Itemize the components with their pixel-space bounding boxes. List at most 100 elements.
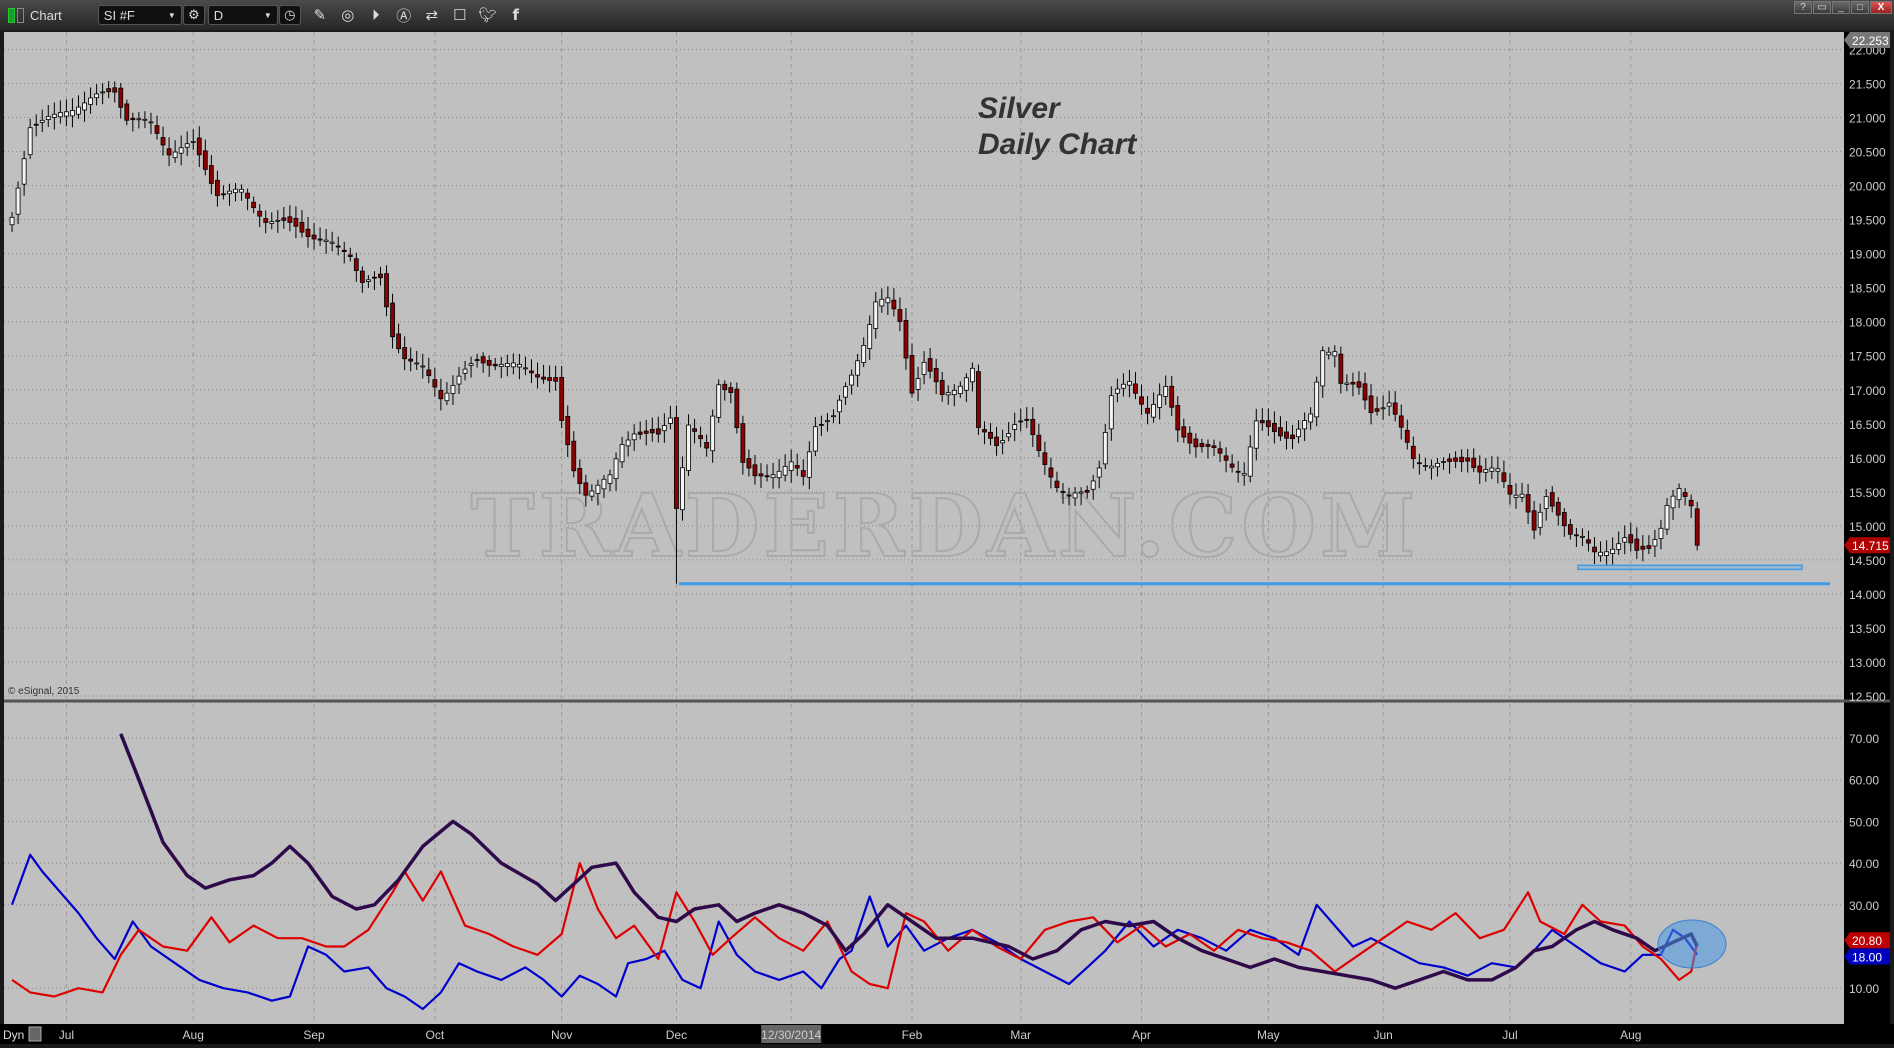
- candle-down: [1272, 422, 1277, 433]
- time-button[interactable]: ◷: [278, 5, 301, 25]
- candle-up: [1543, 496, 1549, 509]
- candle-up: [142, 118, 148, 121]
- candle-down: [281, 217, 287, 221]
- top-price-badge: 22.253: [1852, 34, 1889, 48]
- candle-down: [359, 270, 365, 283]
- price-tick-label: 18.000: [1849, 316, 1886, 330]
- candle-down: [1205, 444, 1211, 447]
- window-title: Chart: [30, 7, 62, 23]
- candle-down: [112, 87, 118, 93]
- price-tick-label: 18.500: [1849, 282, 1886, 296]
- price-tick-label: 16.000: [1849, 452, 1886, 466]
- candle-down: [390, 302, 395, 338]
- candle-down: [1259, 420, 1265, 424]
- candle-down: [1368, 395, 1374, 414]
- alert-icon[interactable]: Ⓐ: [393, 4, 415, 26]
- candle-up: [861, 345, 867, 363]
- candle-down: [674, 417, 679, 509]
- chevron-down-icon: ▼: [263, 10, 272, 20]
- maximize-button[interactable]: □: [1851, 1, 1869, 14]
- interval-value: D: [213, 7, 224, 23]
- price-tick-label: 14.000: [1849, 588, 1886, 602]
- candle-up: [837, 399, 842, 413]
- candle-down: [740, 423, 746, 463]
- restore-menu-button[interactable]: ▭: [1813, 1, 1831, 14]
- candle-up: [227, 190, 232, 195]
- highlight-ellipse[interactable]: [1657, 919, 1727, 969]
- chart-title: Silver: [978, 92, 1062, 125]
- candle-down: [758, 473, 764, 477]
- candle-up: [504, 362, 510, 368]
- interval-select[interactable]: D ▼: [207, 5, 278, 25]
- help-button[interactable]: ?: [1794, 1, 1812, 14]
- chart-logo-icon: [8, 4, 26, 26]
- play-icon[interactable]: ⏵: [365, 4, 387, 26]
- candle-up: [510, 362, 516, 368]
- candle-down: [1392, 402, 1398, 415]
- candle-up: [523, 367, 528, 370]
- date-tick-label: Feb: [902, 1028, 923, 1042]
- candle-down: [1453, 457, 1458, 462]
- candle-down: [1682, 492, 1688, 497]
- study-icon[interactable]: ◎: [337, 4, 359, 26]
- comment-icon[interactable]: ☐: [449, 4, 471, 26]
- pencil-icon[interactable]: ✎: [309, 4, 331, 26]
- candle-down: [746, 458, 752, 469]
- chart-canvas[interactable]: TRADERDAN.COM Silver Daily Chart © eSign…: [0, 30, 1894, 1048]
- candle-down: [1199, 443, 1205, 448]
- candle-down: [1060, 491, 1066, 493]
- indicator-tick-label: 30.00: [1849, 899, 1879, 913]
- candle-up: [1429, 465, 1434, 469]
- candle-down: [1066, 494, 1072, 497]
- candle-down: [124, 103, 130, 121]
- candle-down: [1139, 396, 1144, 405]
- candle-down: [1398, 415, 1404, 428]
- minus-di-badge: 20.80: [1852, 934, 1882, 948]
- clock-icon: ◷: [284, 7, 296, 22]
- symbol-select[interactable]: SI #F ▼: [97, 5, 182, 25]
- candle-down: [553, 377, 559, 382]
- candle-up: [517, 363, 522, 368]
- candle-down: [221, 193, 226, 196]
- price-tick-label: 17.500: [1849, 350, 1886, 364]
- price-tick-label: 14.500: [1849, 554, 1886, 568]
- lock-icon[interactable]: [28, 1026, 42, 1042]
- candle-down: [1030, 418, 1036, 436]
- candle-up: [82, 102, 87, 111]
- candle-up: [1604, 551, 1609, 556]
- candle-up: [1622, 537, 1628, 543]
- settings-button[interactable]: ⚙: [182, 5, 205, 25]
- candle-up: [1519, 493, 1525, 498]
- link-icon[interactable]: ⇄: [421, 4, 443, 26]
- candle-up: [1598, 551, 1603, 557]
- candle-down: [287, 216, 293, 223]
- candle-down: [1084, 489, 1090, 493]
- candle-down: [154, 125, 160, 134]
- facebook-icon[interactable]: f: [505, 4, 527, 26]
- candle-down: [492, 363, 498, 367]
- candle-up: [1302, 420, 1307, 430]
- candle-down: [637, 431, 643, 435]
- candle-up: [1314, 381, 1320, 418]
- twitter-icon[interactable]: 🐦︎: [477, 4, 499, 26]
- axis-mode-label[interactable]: Dyn: [3, 1028, 24, 1042]
- price-tick-label: 13.500: [1849, 622, 1886, 636]
- candle-up: [782, 466, 788, 476]
- candle-down: [1181, 426, 1187, 438]
- close-button[interactable]: X: [1870, 1, 1892, 14]
- candle-up: [589, 490, 595, 497]
- candle-down: [1145, 407, 1150, 414]
- candle-up: [710, 415, 716, 452]
- date-axis[interactable]: [0, 1024, 1894, 1044]
- support-zone-rect[interactable]: [1577, 564, 1803, 571]
- candle-down: [299, 221, 305, 233]
- candle-up: [1253, 420, 1259, 449]
- date-tick-label: Jul: [59, 1028, 74, 1042]
- date-tick-label: Nov: [551, 1028, 572, 1042]
- candle-down: [728, 387, 734, 393]
- minimize-button[interactable]: _: [1832, 1, 1850, 14]
- candle-down: [311, 234, 317, 240]
- candle-down: [372, 276, 377, 279]
- candle-up: [1489, 467, 1495, 472]
- candle-up: [64, 111, 69, 117]
